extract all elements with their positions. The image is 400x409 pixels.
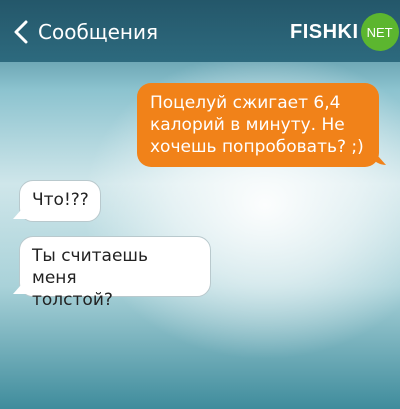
incoming-message-bubble[interactable]: Что!?? <box>13 180 101 222</box>
bubble-tail <box>13 276 29 294</box>
bubble-tail <box>370 147 386 165</box>
back-button[interactable]: Сообщения <box>14 17 158 47</box>
chevron-left-icon <box>14 20 28 44</box>
message-text-line: калорий в минуту. Не <box>150 115 345 135</box>
back-label: Сообщения <box>38 20 159 44</box>
brand-logo: FISHKI NET <box>290 13 399 51</box>
message-text-line: Ты считаешь меня <box>32 246 149 288</box>
outgoing-message-bubble[interactable]: Поцелуй сжигает 6,4 калорий в минуту. Не… <box>137 83 386 167</box>
navigation-bar: Сообщения FISHKI NET <box>0 0 400 62</box>
chat-screen: Сообщения FISHKI NET Поцелуй сжигает 6,4… <box>0 0 400 409</box>
brand-name: FISHKI <box>290 20 359 43</box>
message-text: Что!?? <box>32 190 89 210</box>
message-text-line: толстой? <box>32 290 113 310</box>
incoming-message-bubble[interactable]: Ты считаешь меня толстой? <box>13 236 211 310</box>
message-text-line: хочешь попробовать? ;) <box>150 137 364 157</box>
bubble-tail <box>13 201 29 219</box>
message-text-line: Поцелуй сжигает 6,4 <box>150 93 341 113</box>
brand-badge: NET <box>360 13 399 51</box>
